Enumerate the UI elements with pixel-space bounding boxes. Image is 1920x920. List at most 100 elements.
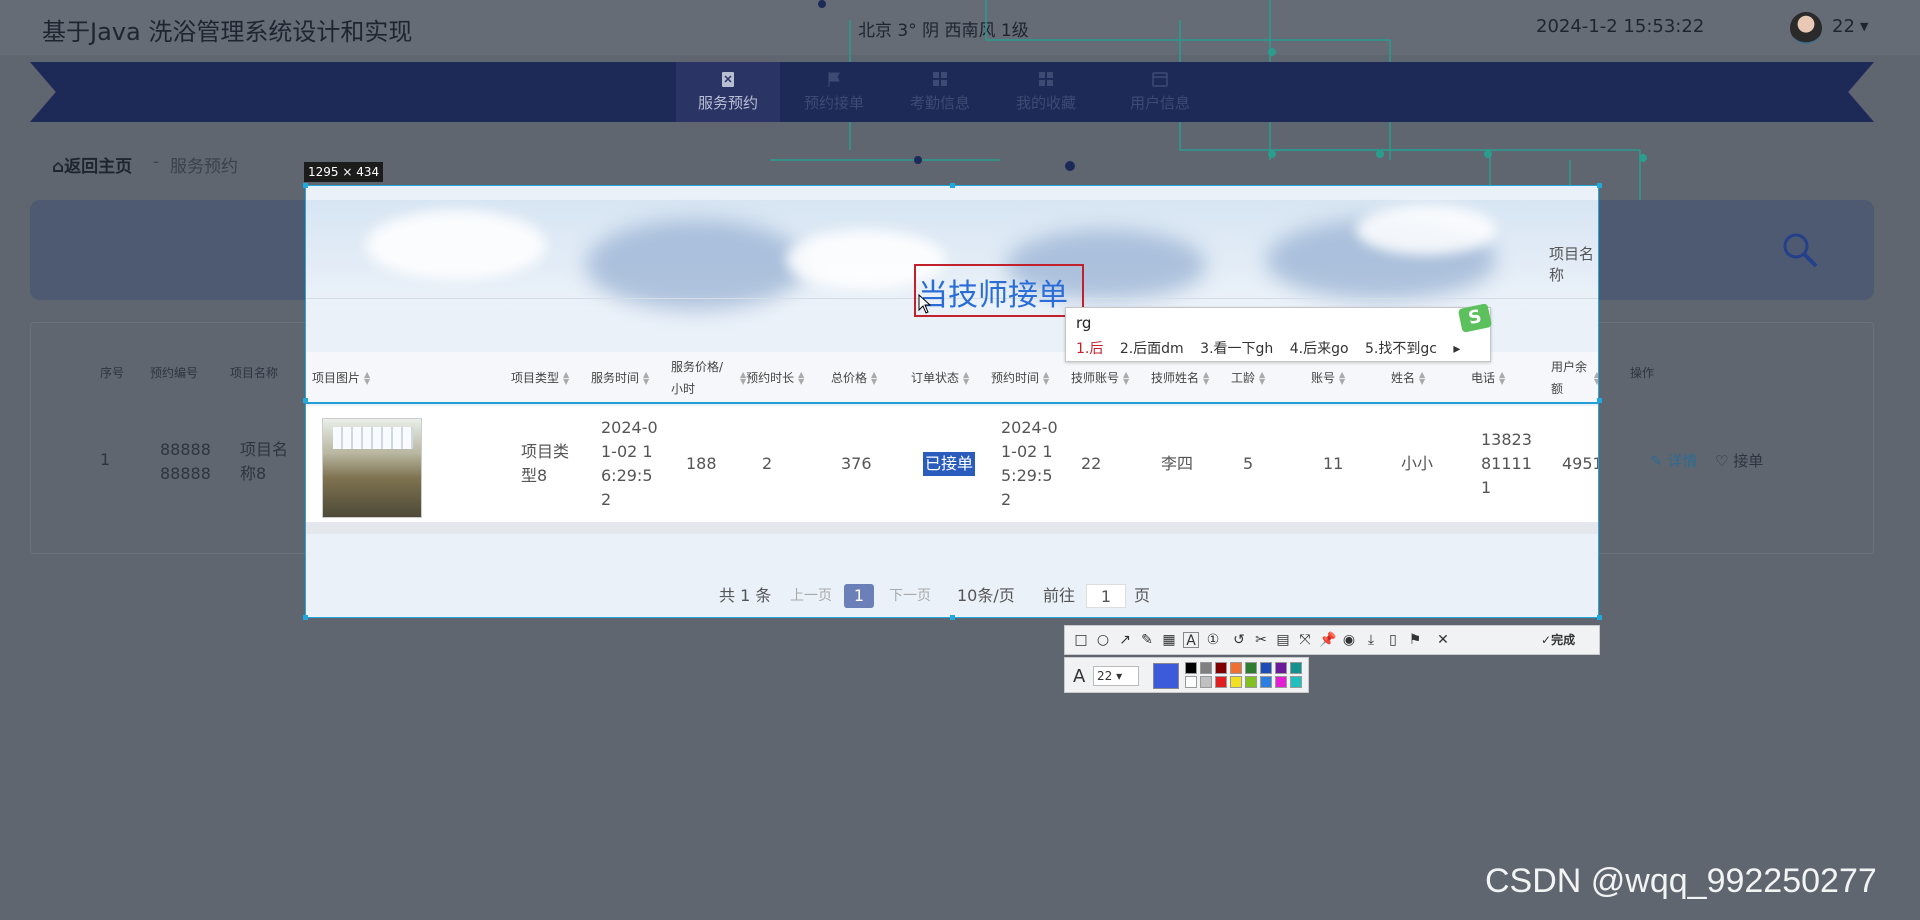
text-style-toolbar: A 22 ▾: [1064, 657, 1309, 693]
col-project-name-header: 项目名称: [230, 366, 279, 380]
sort-icon: ▲▼: [1203, 370, 1210, 386]
ime-candidate[interactable]: 3.看一下gh: [1200, 341, 1273, 357]
color-swatch[interactable]: [1245, 676, 1257, 688]
cell-seniority: 5: [1243, 454, 1254, 473]
cell-price-per-hour: 188: [686, 454, 717, 473]
ime-candidate[interactable]: 5.找不到gc: [1365, 341, 1437, 357]
breadcrumb-current: 服务预约: [170, 157, 238, 177]
col-project-type[interactable]: 项目类型 ▲ ▼: [511, 352, 569, 404]
rectangle-tool-icon[interactable]: □: [1073, 632, 1089, 648]
color-swatch[interactable]: [1290, 676, 1302, 688]
color-swatch[interactable]: [1230, 662, 1242, 674]
color-swatch[interactable]: [1290, 662, 1302, 674]
nav-label: 服务预约: [697, 94, 758, 112]
text-tool-icon[interactable]: A: [1183, 632, 1199, 649]
cursor-icon: [918, 294, 932, 314]
close-icon[interactable]: ✕: [1435, 632, 1451, 648]
done-button[interactable]: ✓完成: [1541, 631, 1575, 648]
nav-label: 用户信息: [1129, 94, 1190, 112]
mosaic-tool-icon[interactable]: ▦: [1161, 632, 1177, 648]
check-icon: ✓: [1541, 633, 1552, 647]
color-swatch[interactable]: [1185, 662, 1197, 674]
cell-service-time: 2024-01-02 16:29:52: [601, 418, 658, 509]
nav-item-booking-orders[interactable]: 预约接单: [782, 62, 886, 122]
ocr-icon[interactable]: ▤: [1275, 632, 1291, 648]
sort-icon: ▲▼: [1419, 370, 1426, 386]
nav-item-user-info[interactable]: 用户信息: [1108, 62, 1212, 122]
page-size-select[interactable]: 10条/页: [957, 581, 1015, 611]
col-status[interactable]: 订单状态 ▲ ▼: [911, 352, 969, 404]
nav-item-attendance[interactable]: 考勤信息: [888, 62, 992, 122]
phone-icon[interactable]: ▯: [1385, 632, 1401, 648]
capture-region[interactable]: 项目名称 当技师接单 项目图片 ▲ ▼ 项目类型 ▲ ▼ 服务时间 ▲ ▼ 服务价格/小时 …: [305, 185, 1599, 618]
ime-composition: rg: [1076, 314, 1092, 332]
color-swatch[interactable]: [1200, 662, 1212, 674]
col-book-time[interactable]: 预约时间 ▲ ▼: [991, 352, 1049, 404]
expand-icon[interactable]: ⤧: [1297, 632, 1313, 648]
ime-candidate[interactable]: 1.后: [1076, 341, 1103, 357]
ellipse-tool-icon[interactable]: ○: [1095, 632, 1111, 648]
col-balance[interactable]: 用户余额▲▼: [1551, 352, 1598, 404]
cell-duration: 2: [762, 454, 773, 473]
capture-size-label: 1295 × 434: [304, 162, 384, 182]
scissors-icon[interactable]: ✂: [1253, 632, 1269, 648]
cell-total: 376: [841, 454, 872, 473]
grid-icon: [1039, 72, 1053, 86]
next-page-button[interactable]: 下一页: [889, 581, 931, 611]
color-swatch[interactable]: [1185, 676, 1197, 688]
goto-page-input[interactable]: 1: [1086, 584, 1126, 608]
user-name[interactable]: 22: [1832, 16, 1855, 37]
horizontal-scrollbar[interactable]: [306, 522, 1598, 534]
system-title: 基于Java 洗浴管理系统设计和实现: [42, 18, 413, 46]
color-swatch[interactable]: [1260, 676, 1272, 688]
cell-status: 已接单: [923, 406, 976, 522]
bookmark-icon[interactable]: ⚑: [1407, 632, 1423, 648]
prev-page-button[interactable]: 上一页: [790, 581, 832, 611]
color-swatch[interactable]: [1215, 676, 1227, 688]
current-color-swatch[interactable]: [1153, 663, 1179, 689]
accept-button[interactable]: ♡ 接单: [1715, 450, 1763, 471]
calendar-icon: [1152, 72, 1168, 87]
pen-tool-icon[interactable]: ✎: [1139, 632, 1155, 648]
grid-icon: [933, 72, 947, 86]
color-swatch[interactable]: [1215, 662, 1227, 674]
search-icon[interactable]: [1780, 230, 1820, 270]
color-swatch[interactable]: [1275, 662, 1287, 674]
nav-label: 我的收藏: [1015, 94, 1076, 112]
color-swatch[interactable]: [1200, 676, 1212, 688]
cell-account: 11: [1323, 454, 1344, 473]
record-icon[interactable]: ◉: [1341, 632, 1357, 648]
color-swatch[interactable]: [1245, 662, 1257, 674]
color-swatch[interactable]: [1230, 676, 1242, 688]
number-tool-icon[interactable]: ①: [1205, 632, 1221, 648]
clipboard-icon: [722, 72, 734, 87]
col-index-header: 序号: [100, 366, 125, 380]
pin-icon[interactable]: 📌: [1319, 632, 1336, 648]
ime-candidates: 1.后 2.后面dm 3.看一下gh 4.后来go 5.找不到gc ▸: [1076, 338, 1460, 358]
cell-phone: 13823811111: [1481, 430, 1532, 497]
next-page-arrow-icon[interactable]: ▸: [1453, 341, 1460, 357]
pagination: 共 1 条 上一页 1 下一页 10条/页 前往 1 页: [306, 581, 1598, 611]
color-swatch[interactable]: [1275, 676, 1287, 688]
ime-candidate[interactable]: 2.后面dm: [1120, 341, 1184, 357]
heart-icon: ♡: [1715, 452, 1729, 470]
download-icon[interactable]: ⤓: [1363, 632, 1379, 648]
arrow-tool-icon[interactable]: ↗: [1117, 632, 1133, 648]
col-project-image[interactable]: 项目图片 ▲ ▼: [312, 352, 370, 404]
undo-icon[interactable]: ↺: [1231, 632, 1247, 648]
nav-item-service-booking[interactable]: 服务预约: [676, 62, 780, 122]
breadcrumb-home[interactable]: ⌂返回主页: [52, 152, 132, 177]
chevron-down-icon[interactable]: ▼: [1860, 20, 1868, 33]
detail-button[interactable]: ✎ 详情: [1650, 450, 1697, 471]
col-price-per-hour[interactable]: 服务价格/小时: [671, 352, 733, 404]
font-icon: A: [1073, 666, 1086, 687]
ime-candidate[interactable]: 4.后来go: [1290, 341, 1349, 357]
col-total[interactable]: 总价格 ▲ ▼: [831, 352, 877, 404]
color-swatch[interactable]: [1260, 662, 1272, 674]
nav-item-favorites[interactable]: 我的收藏: [994, 62, 1098, 122]
font-size-select[interactable]: 22 ▾: [1093, 666, 1139, 686]
table-row: 项目类型8 2024-01-02 16:29:52 188 2 376 已接单 …: [306, 406, 1598, 522]
col-service-time[interactable]: 服务时间 ▲ ▼: [591, 352, 649, 404]
page-number-button[interactable]: 1: [844, 584, 874, 608]
col-duration[interactable]: ▲ ▼ 预约时长 ▲ ▼: [736, 352, 804, 404]
